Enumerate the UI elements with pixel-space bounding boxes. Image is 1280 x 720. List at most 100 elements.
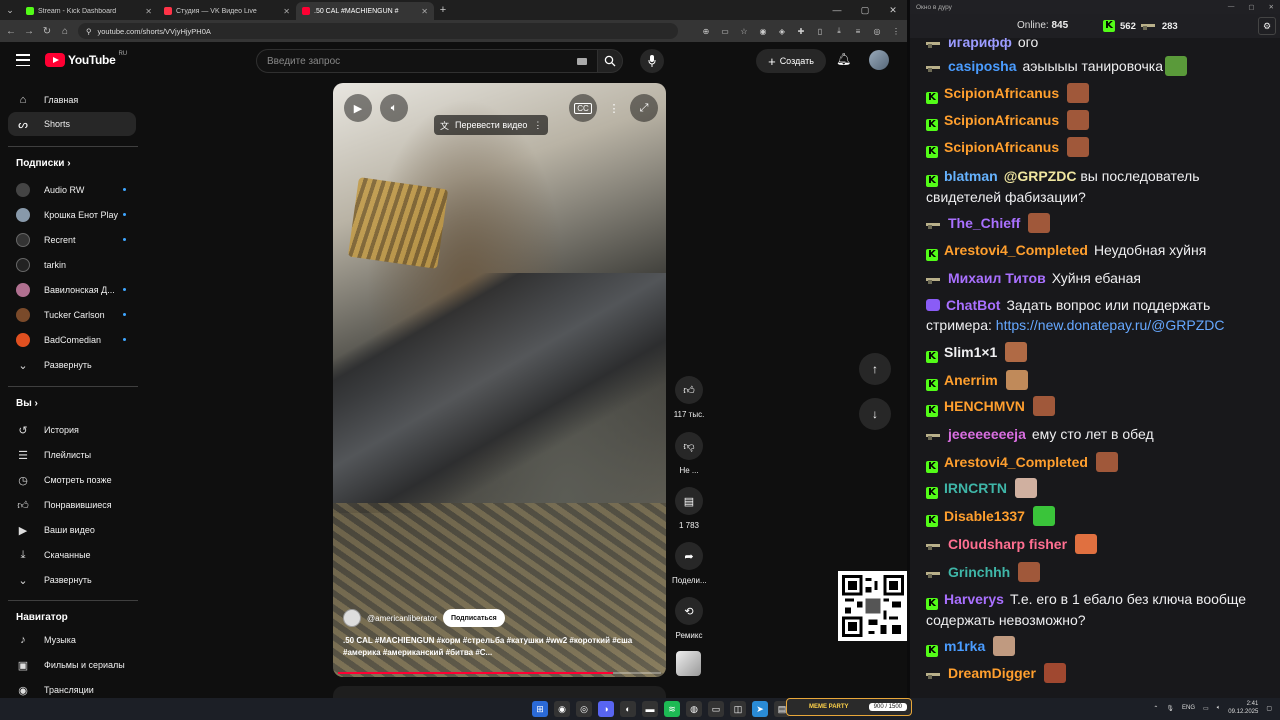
close-window-button[interactable]: ✕: [1269, 3, 1274, 11]
chat-username[interactable]: ScipionAfricanus: [944, 85, 1059, 101]
sidebar-item-subscription[interactable]: Audio RW: [8, 178, 136, 202]
like-button[interactable]: 👍︎: [675, 376, 703, 404]
cast-icon[interactable]: ▭: [720, 27, 730, 36]
next-short-button[interactable]: ↓: [859, 398, 891, 430]
account-avatar[interactable]: [869, 50, 889, 70]
star-icon[interactable]: ☆: [739, 27, 749, 36]
download-icon[interactable]: ⤓: [834, 26, 844, 36]
chat-username[interactable]: Cl0udsharp fisher: [948, 536, 1067, 552]
telegram-icon[interactable]: ➤: [752, 701, 768, 717]
chat-message-list[interactable]: игарифф ого casiposha аэыыыы танировочка K Sc…: [910, 38, 1280, 698]
back-arrow-icon[interactable]: ←: [6, 26, 16, 37]
steam-icon[interactable]: ◐: [620, 701, 636, 717]
translate-video-button[interactable]: 文 Перевести видео ⋮: [434, 115, 549, 135]
chrome-icon[interactable]: ◉: [554, 701, 570, 717]
chat-username[interactable]: ScipionAfricanus: [944, 139, 1059, 155]
chat-username[interactable]: ScipionAfricanus: [944, 112, 1059, 128]
search-button[interactable]: [597, 49, 623, 73]
more-vertical-icon[interactable]: ⋮: [533, 120, 542, 131]
subscribe-button[interactable]: Подписаться: [442, 609, 505, 627]
explorer-icon[interactable]: ▬: [642, 701, 658, 717]
reload-icon[interactable]: ↻: [42, 26, 52, 37]
you-heading[interactable]: Вы ›: [16, 398, 38, 409]
menu-icon[interactable]: ⋮: [891, 27, 901, 36]
remix-button[interactable]: ⟲: [675, 597, 703, 625]
extension-icon[interactable]: ◈: [777, 27, 787, 36]
chat-username[interactable]: Arestovi4_Completed: [944, 242, 1088, 258]
chat-username[interactable]: Harverys: [944, 591, 1004, 607]
subscriptions-heading[interactable]: Подписки ›: [16, 158, 71, 169]
chat-username[interactable]: игарифф: [948, 38, 1012, 50]
sidebar-item-watch-later[interactable]: ◷ Смотреть позже: [8, 468, 136, 492]
chat-username[interactable]: Arestovi4_Completed: [944, 454, 1088, 470]
sidebar-item-expand[interactable]: ⌄ Развернуть: [8, 568, 136, 592]
chat-username[interactable]: Михаил Титов: [948, 270, 1046, 286]
sidebar-item-movies[interactable]: ▣ Фильмы и сериалы: [8, 653, 136, 677]
video-description[interactable]: .50 CAL #MACHIENGUN #корм #стрельба #кат…: [343, 635, 643, 659]
sidebar-item-downloads[interactable]: ⤓ Скачанные: [8, 543, 136, 567]
sidebar-item-subscription[interactable]: BadComedian: [8, 328, 136, 352]
extension-icon[interactable]: ≡: [853, 27, 863, 36]
sidebar-item-playlists[interactable]: ☰ Плейлисты: [8, 443, 136, 467]
sidebar-item-subscription[interactable]: Recrent: [8, 228, 136, 252]
share-button[interactable]: ➦: [675, 542, 703, 570]
volume-icon[interactable]: 🔈︎: [1217, 705, 1221, 712]
keyboard-icon[interactable]: [577, 57, 587, 65]
more-options-button[interactable]: ⋮: [600, 94, 628, 122]
close-window-button[interactable]: ✕: [879, 0, 907, 20]
voice-search-button[interactable]: [640, 49, 664, 73]
tray-expand-icon[interactable]: ⌃: [1153, 705, 1158, 712]
sidebar-item-subscription[interactable]: Tucker Carlson: [8, 303, 136, 327]
settings-gear-icon[interactable]: ⚙: [1258, 17, 1276, 35]
mic-icon[interactable]: 🎙︎: [1166, 705, 1174, 712]
spotify-icon[interactable]: ≋: [664, 701, 680, 717]
create-button[interactable]: + Создать: [756, 49, 826, 73]
chat-link[interactable]: https://new.donatepay.ru/@GRPZDC: [996, 317, 1225, 333]
sidebar-item-liked[interactable]: 👍︎ Понравившиеся: [8, 493, 136, 517]
site-info-icon[interactable]: ⚲: [86, 27, 92, 36]
close-tab-icon[interactable]: ✕: [283, 7, 290, 16]
sidebar-item-music[interactable]: ♪ Музыка: [8, 628, 136, 652]
close-tab-icon[interactable]: ✕: [145, 7, 152, 16]
chat-username[interactable]: Anerrim: [944, 372, 998, 388]
sidebar-item-home[interactable]: ⌂ Главная: [8, 88, 136, 112]
chat-username[interactable]: Disable1337: [944, 508, 1025, 524]
search-input[interactable]: Введите запрос: [256, 49, 598, 73]
tab-youtube-shorts[interactable]: .50 CAL #MACHIENGUN # ✕: [296, 2, 434, 20]
video-progress-bar[interactable]: [338, 672, 661, 674]
clock[interactable]: 2:41 09.12.2025: [1228, 700, 1258, 716]
sidebar-item-your-videos[interactable]: ▶ Ваши видео: [8, 518, 136, 542]
sidebar-item-expand[interactable]: ⌄ Развернуть: [8, 353, 136, 377]
channel-name[interactable]: @americanliberator: [367, 614, 437, 623]
chat-username[interactable]: casiposha: [948, 58, 1016, 74]
next-short-preview[interactable]: [333, 686, 666, 698]
sidebar-icon[interactable]: ▯: [815, 27, 825, 36]
chat-username[interactable]: DreamDigger: [948, 665, 1036, 681]
chat-username[interactable]: Slim1×1: [944, 344, 997, 360]
notifications-bell-icon[interactable]: 🔔︎: [836, 52, 851, 66]
app-icon[interactable]: ◎: [576, 701, 592, 717]
minimize-button[interactable]: —: [1228, 3, 1235, 11]
menu-hamburger-icon[interactable]: [16, 54, 30, 66]
discord-icon[interactable]: ◑: [598, 701, 614, 717]
notifications-icon[interactable]: ▢: [1266, 705, 1272, 712]
chat-username[interactable]: IRNCRTN: [944, 480, 1007, 496]
chat-username[interactable]: The_Chieff: [948, 215, 1020, 231]
profile-icon[interactable]: ◎: [872, 27, 882, 36]
minimize-button[interactable]: —: [823, 0, 851, 20]
fullscreen-button[interactable]: ⤢: [630, 94, 658, 122]
chat-mention[interactable]: @GRPZDC: [1004, 168, 1077, 184]
zoom-icon[interactable]: ⊕: [701, 27, 711, 36]
chat-username[interactable]: jeeeeeeeeja: [948, 426, 1026, 442]
sidebar-item-subscription[interactable]: Крошка Енот Play: [8, 203, 136, 227]
extension-icon[interactable]: ◉: [758, 27, 768, 36]
chat-username[interactable]: HENCHMVN: [944, 398, 1025, 414]
youtube-logo[interactable]: YouTube RU: [45, 51, 127, 67]
language-indicator[interactable]: ENG: [1182, 705, 1195, 711]
obs-icon[interactable]: ◍: [686, 701, 702, 717]
maximize-button[interactable]: ▢: [851, 0, 879, 20]
forward-arrow-icon[interactable]: →: [24, 26, 34, 37]
tab-kick-dashboard[interactable]: Stream - Kick Dashboard ✕: [20, 2, 158, 20]
puzzle-icon[interactable]: ✚: [796, 27, 806, 36]
play-button[interactable]: ▶: [344, 94, 372, 122]
